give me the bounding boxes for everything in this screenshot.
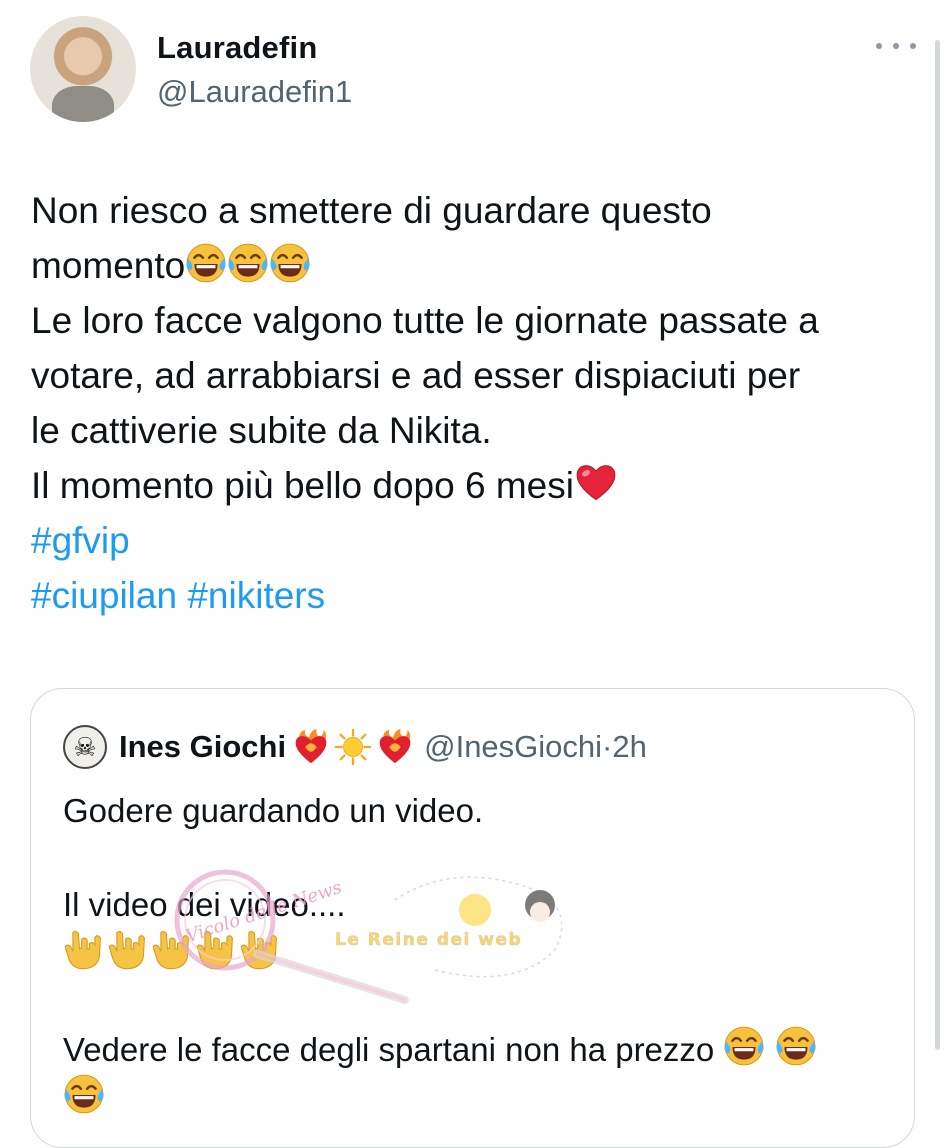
scrollbar[interactable] (935, 40, 940, 1050)
hashtag-link[interactable]: #ciupilan (31, 575, 177, 616)
rock-hand-emoji-icon (107, 928, 151, 972)
quoted-tweet-card[interactable]: ☠ Ines Giochi @InesGiochi · 2h Godere gu… (30, 688, 915, 1148)
author-display-name[interactable]: Lauradefin (157, 30, 317, 66)
tweet-text: Non riesco a smettere di guardare questo… (31, 183, 911, 623)
laugh-emoji-icon (227, 242, 269, 284)
tweet-line: Non riesco a smettere di guardare questo (31, 190, 712, 231)
tweet-line: momento (31, 238, 911, 293)
fire-heart-emoji-icon (292, 728, 330, 766)
hashtag-line: #gfvip (31, 513, 911, 568)
quoted-line: Il video dei video.... (63, 886, 346, 923)
quoted-line: Godere guardando un video. (63, 792, 484, 829)
tweet-line: Le loro facce valgono tutte le giornate … (31, 300, 819, 341)
tweet-line: Il momento più bello dopo 6 mesi (31, 458, 911, 513)
quoted-handle[interactable]: @InesGiochi (424, 729, 602, 765)
sun-emoji-icon (334, 728, 372, 766)
rock-hand-emoji-icon (63, 928, 107, 972)
rock-hand-emoji-icon (195, 928, 239, 972)
tweet-line: votare, ad arrabbiarsi e ad esser dispia… (31, 355, 801, 396)
quoted-timestamp[interactable]: 2h (612, 729, 646, 765)
hashtag-link[interactable]: #gfvip (31, 520, 130, 561)
rock-hand-emoji-icon (151, 928, 195, 972)
quoted-display-name[interactable]: Ines Giochi (119, 729, 286, 765)
skull-avatar-icon[interactable]: ☠ (63, 725, 107, 769)
more-horizontal-icon[interactable] (876, 36, 916, 56)
tweet-line: le cattiverie subite da Nikita. (31, 410, 492, 451)
tweet-line-text: Il momento più bello dopo 6 mesi (31, 465, 574, 506)
author-avatar[interactable] (30, 16, 136, 122)
name-emoji-badges (292, 728, 414, 766)
laugh-emoji-icon (185, 242, 227, 284)
quoted-tweet-text: Godere guardando un video. Il video dei … (63, 787, 903, 1121)
separator-dot: · (602, 729, 613, 764)
tweet-line-text: momento (31, 245, 186, 286)
hashtag-line: #ciupilan #nikiters (31, 568, 911, 623)
quoted-line-text: Vedere le facce degli spartani non ha pr… (63, 1031, 715, 1068)
quoted-line (63, 1073, 903, 1121)
quoted-tweet-header: ☠ Ines Giochi @InesGiochi · 2h (63, 723, 647, 771)
rock-hand-emoji-icon (239, 928, 283, 972)
quoted-line: Vedere le facce degli spartani non ha pr… (63, 1025, 903, 1073)
hashtag-link[interactable]: #nikiters (187, 575, 325, 616)
rock-hand-emoji-row (63, 928, 903, 978)
laugh-emoji-icon (723, 1025, 765, 1067)
author-handle[interactable]: @Lauradefin1 (157, 74, 352, 110)
red-heart-emoji-icon (574, 460, 618, 504)
fire-heart-emoji-icon (376, 728, 414, 766)
laugh-emoji-icon (63, 1073, 105, 1115)
laugh-emoji-icon (775, 1025, 817, 1067)
laugh-emoji-icon (269, 242, 311, 284)
